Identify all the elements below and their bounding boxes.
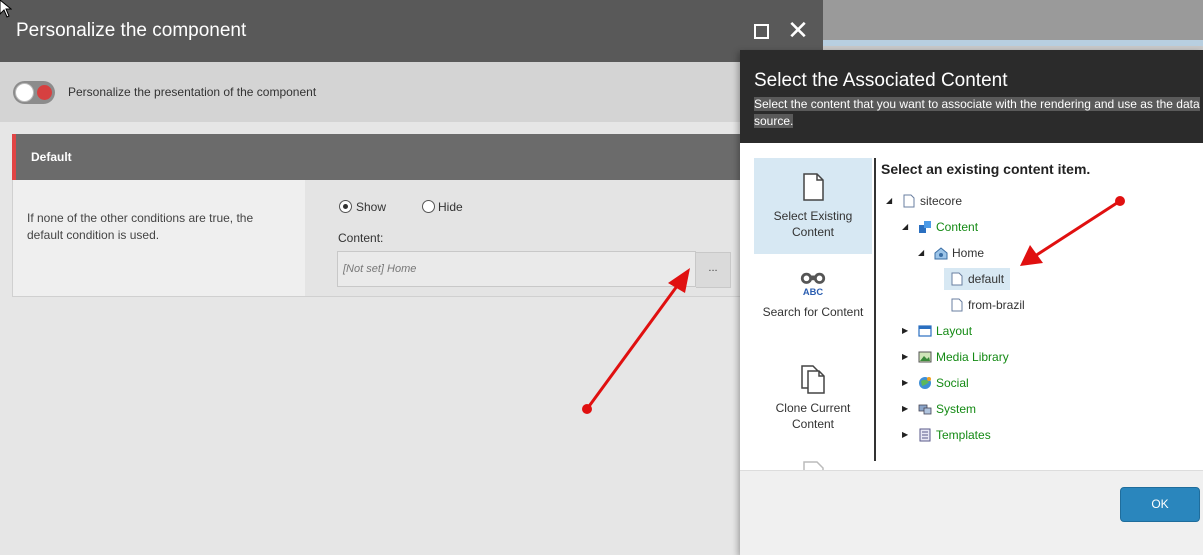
rule-title: Default — [31, 150, 72, 164]
media-library-icon — [918, 351, 932, 363]
tree-node-label: Home — [952, 246, 985, 260]
content-icon — [919, 221, 931, 233]
personalize-toggle-row: Personalize the presentation of the comp… — [0, 62, 823, 122]
hide-radio[interactable] — [422, 200, 435, 213]
tabs-divider — [874, 158, 876, 461]
personalize-dialog-title: Personalize the component — [16, 20, 247, 41]
svg-text:ABC: ABC — [803, 287, 823, 297]
source-tabs: Select Existing Content ABC Search for C… — [754, 158, 874, 476]
ok-button[interactable]: OK — [1120, 487, 1200, 522]
templates-icon — [919, 428, 931, 442]
document-icon — [951, 272, 963, 286]
rule-body: If none of the other conditions are true… — [12, 180, 824, 297]
tree-node-label: Templates — [936, 428, 991, 442]
content-value: [Not set] Home — [343, 263, 417, 275]
personalize-dialog: Personalize the component ✕ Personalize … — [0, 0, 824, 555]
browse-content-button[interactable]: ... — [696, 252, 731, 288]
associated-content-title: Select the Associated Content — [754, 70, 1008, 91]
binoculars-icon: ABC — [800, 272, 826, 297]
document-icon — [903, 194, 915, 208]
tree-node-label: Content — [936, 220, 979, 234]
personalize-dialog-header: Personalize the component ✕ — [0, 0, 823, 62]
background-ribbon — [823, 40, 1203, 46]
collapse-icon[interactable]: ◢ — [918, 243, 928, 263]
rule-header-default[interactable]: Default — [12, 134, 823, 180]
tab-search-for-content[interactable]: ABC Search for Content — [754, 254, 872, 350]
close-icon[interactable]: ✕ — [787, 18, 809, 44]
background-toolbar — [823, 0, 1203, 44]
associated-content-subtitle: Select the content that you want to asso… — [754, 96, 1203, 129]
clone-icon — [801, 365, 825, 394]
layout-icon — [918, 325, 932, 337]
tab-select-existing-content[interactable]: Select Existing Content — [754, 158, 872, 254]
toggle-knob — [15, 83, 34, 102]
tree-node-label: Media Library — [936, 350, 1009, 364]
tab-label: Search for Content — [762, 305, 864, 319]
associated-content-subtitle-text: Select the content that you want to asso… — [754, 97, 1200, 128]
tree-node-label: Layout — [936, 324, 973, 338]
tree-node-label: Social — [936, 376, 969, 390]
maximize-icon[interactable] — [754, 24, 769, 39]
document-icon — [951, 298, 963, 312]
home-icon — [934, 247, 948, 260]
tree-node-label: sitecore — [920, 194, 963, 208]
personalize-toggle[interactable] — [13, 81, 55, 104]
tab-label: Select Existing Content — [773, 209, 853, 239]
tab-clone-current-content[interactable]: Clone Current Content — [754, 350, 872, 446]
personalize-toggle-label: Personalize the presentation of the comp… — [68, 85, 317, 99]
show-radio-label[interactable]: Show — [356, 200, 386, 214]
expand-icon[interactable]: ▶ — [902, 321, 912, 341]
tree-heading: Select an existing content item. — [881, 161, 1091, 177]
collapse-icon[interactable]: ◢ — [902, 217, 912, 237]
expand-icon[interactable]: ▶ — [902, 399, 912, 419]
associated-content-header: Select the Associated Content Select the… — [740, 50, 1203, 143]
tab-label: Clone Current Content — [775, 401, 851, 431]
mouse-cursor-icon — [0, 0, 12, 18]
rule-description: If none of the other conditions are true… — [27, 211, 254, 242]
associated-content-footer: OK — [740, 470, 1203, 555]
document-icon — [803, 173, 824, 201]
expand-icon[interactable]: ▶ — [902, 347, 912, 367]
social-icon — [919, 377, 931, 389]
hide-radio-label[interactable]: Hide — [438, 200, 463, 214]
collapse-icon[interactable]: ◢ — [886, 191, 896, 211]
content-label: Content: — [338, 231, 384, 245]
tree-node-label: from-brazil — [968, 298, 1025, 312]
content-field[interactable]: [Not set] Home ... — [337, 251, 731, 288]
tree-node-label: default — [968, 272, 1005, 286]
system-icon — [918, 404, 932, 415]
toggle-off-indicator — [37, 85, 52, 100]
expand-icon[interactable]: ▶ — [902, 373, 912, 393]
expand-icon[interactable]: ▶ — [902, 425, 912, 445]
associated-content-dialog: Select the Associated Content Select the… — [740, 50, 1203, 555]
tree-node-label: System — [936, 402, 977, 416]
show-radio[interactable] — [339, 200, 352, 213]
